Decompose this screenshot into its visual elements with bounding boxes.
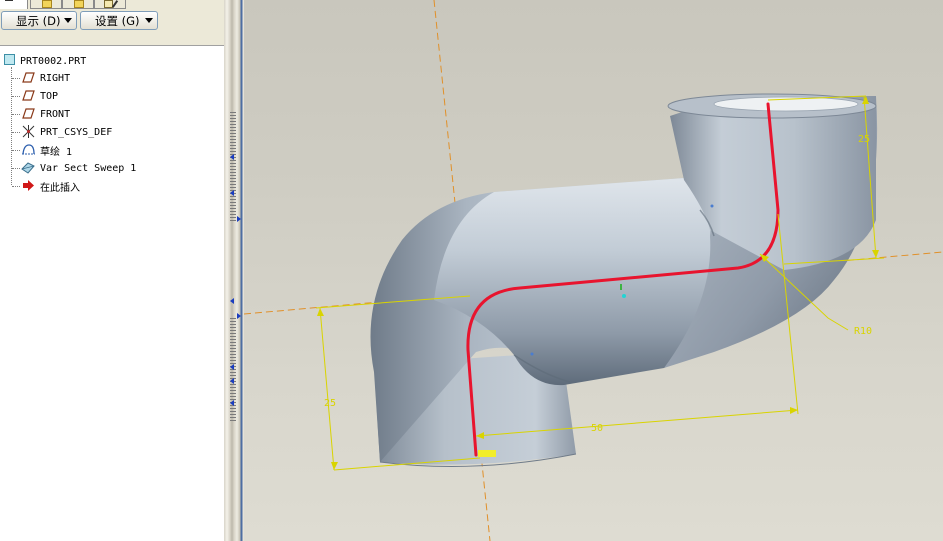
expand-right-icon[interactable] — [237, 313, 241, 319]
splitter-grip[interactable] — [230, 318, 236, 423]
tree-item-right[interactable]: RIGHT — [0, 70, 220, 86]
tree-item-label: Var Sect Sweep 1 — [40, 162, 137, 174]
tree-connector — [12, 150, 20, 151]
tree-item-sketch[interactable]: 草绘 1 — [0, 142, 220, 158]
tree-connector — [12, 168, 20, 169]
coordinate-system-icon — [22, 125, 35, 138]
tree-connector — [12, 114, 20, 115]
tree-item-root[interactable]: PRT0002.PRT — [0, 53, 220, 69]
dimension-length[interactable]: 50 — [591, 423, 603, 434]
tree-item-insert-here[interactable]: 在此插入 — [0, 178, 220, 194]
tree-connector — [12, 186, 20, 187]
tree-item-label: RIGHT — [40, 72, 71, 84]
tree-connector — [12, 132, 20, 133]
model-tree-panel: 显示 (D) 设置 (G) PRT0002.PRT RIGHT TOP FRON… — [0, 0, 226, 541]
tree-item-top[interactable]: TOP — [0, 88, 220, 104]
tree-item-sweep[interactable]: Var Sect Sweep 1 — [0, 160, 220, 176]
tree-item-label: PRT0002.PRT — [20, 55, 87, 67]
chevron-down-icon — [145, 18, 153, 23]
navigator-tabs — [0, 0, 226, 10]
tree-item-label: TOP — [40, 90, 59, 102]
tree-toolbar: 显示 (D) 设置 (G) — [0, 11, 226, 31]
tab-connections[interactable] — [94, 0, 126, 9]
tree-item-label: 草绘 1 — [40, 146, 73, 158]
model-tree: PRT0002.PRT RIGHT TOP FRONT PRT_CSYS_DEF… — [0, 45, 224, 541]
datum-plane-icon — [22, 72, 35, 83]
graphics-viewport[interactable]: 25 25 50 R10 — [244, 0, 943, 541]
trajectory-start-marker[interactable] — [478, 450, 496, 457]
dimension-line — [319, 307, 335, 471]
model-view[interactable]: 25 25 50 R10 — [244, 0, 943, 541]
center-point-marker — [530, 352, 534, 356]
settings-button[interactable]: 设置 (G) — [80, 11, 158, 30]
tab-folder-browser[interactable] — [30, 0, 62, 9]
dimension-arrow — [872, 250, 879, 258]
tree-item-label: 在此插入 — [40, 182, 80, 194]
collapse-left-icon[interactable] — [230, 190, 234, 196]
collapse-left-icon[interactable] — [230, 400, 234, 406]
tree-connector — [12, 96, 20, 97]
swept-pipe-solid[interactable] — [370, 93, 878, 467]
dimension-height-left[interactable]: 25 — [324, 398, 336, 409]
tree-item-front[interactable]: FRONT — [0, 106, 220, 122]
collapse-left-icon[interactable] — [230, 298, 234, 304]
settings-button-label: 设置 (G) — [95, 13, 140, 28]
favorites-icon — [74, 0, 84, 8]
tab-favorites[interactable] — [62, 0, 94, 9]
insert-here-arrow-icon — [23, 180, 34, 191]
dimension-arrow — [790, 407, 798, 414]
collapse-left-icon[interactable] — [230, 364, 234, 370]
dimension-arrow — [331, 462, 338, 470]
splitter-grip[interactable] — [230, 112, 236, 222]
collapse-left-icon[interactable] — [230, 154, 234, 160]
datum-plane-icon — [22, 108, 35, 119]
tab-model-tree-icon — [5, 0, 13, 1]
tree-item-label: FRONT — [40, 108, 71, 120]
tree-item-label: PRT_CSYS_DEF — [40, 126, 113, 138]
center-point-marker — [710, 204, 714, 208]
tree-item-csys[interactable]: PRT_CSYS_DEF — [0, 124, 220, 140]
sketch-icon — [22, 144, 35, 155]
folder-icon — [42, 0, 52, 8]
center-point-marker — [622, 294, 626, 298]
part-icon — [4, 54, 15, 65]
sweep-feature-icon — [21, 162, 35, 174]
dimension-arrow — [317, 308, 324, 316]
expand-right-icon[interactable] — [237, 216, 241, 222]
chevron-down-icon — [64, 18, 72, 23]
show-button-label: 显示 (D) — [16, 13, 61, 28]
tree-connector — [12, 78, 20, 79]
dimension-height-top[interactable]: 25 — [858, 134, 870, 145]
dimension-radius[interactable]: R10 — [854, 326, 872, 337]
show-button[interactable]: 显示 (D) — [1, 11, 77, 30]
panel-splitter[interactable] — [224, 0, 244, 541]
tab-model-tree[interactable] — [0, 0, 28, 9]
collapse-left-icon[interactable] — [230, 378, 234, 384]
datum-plane-icon — [22, 90, 35, 101]
